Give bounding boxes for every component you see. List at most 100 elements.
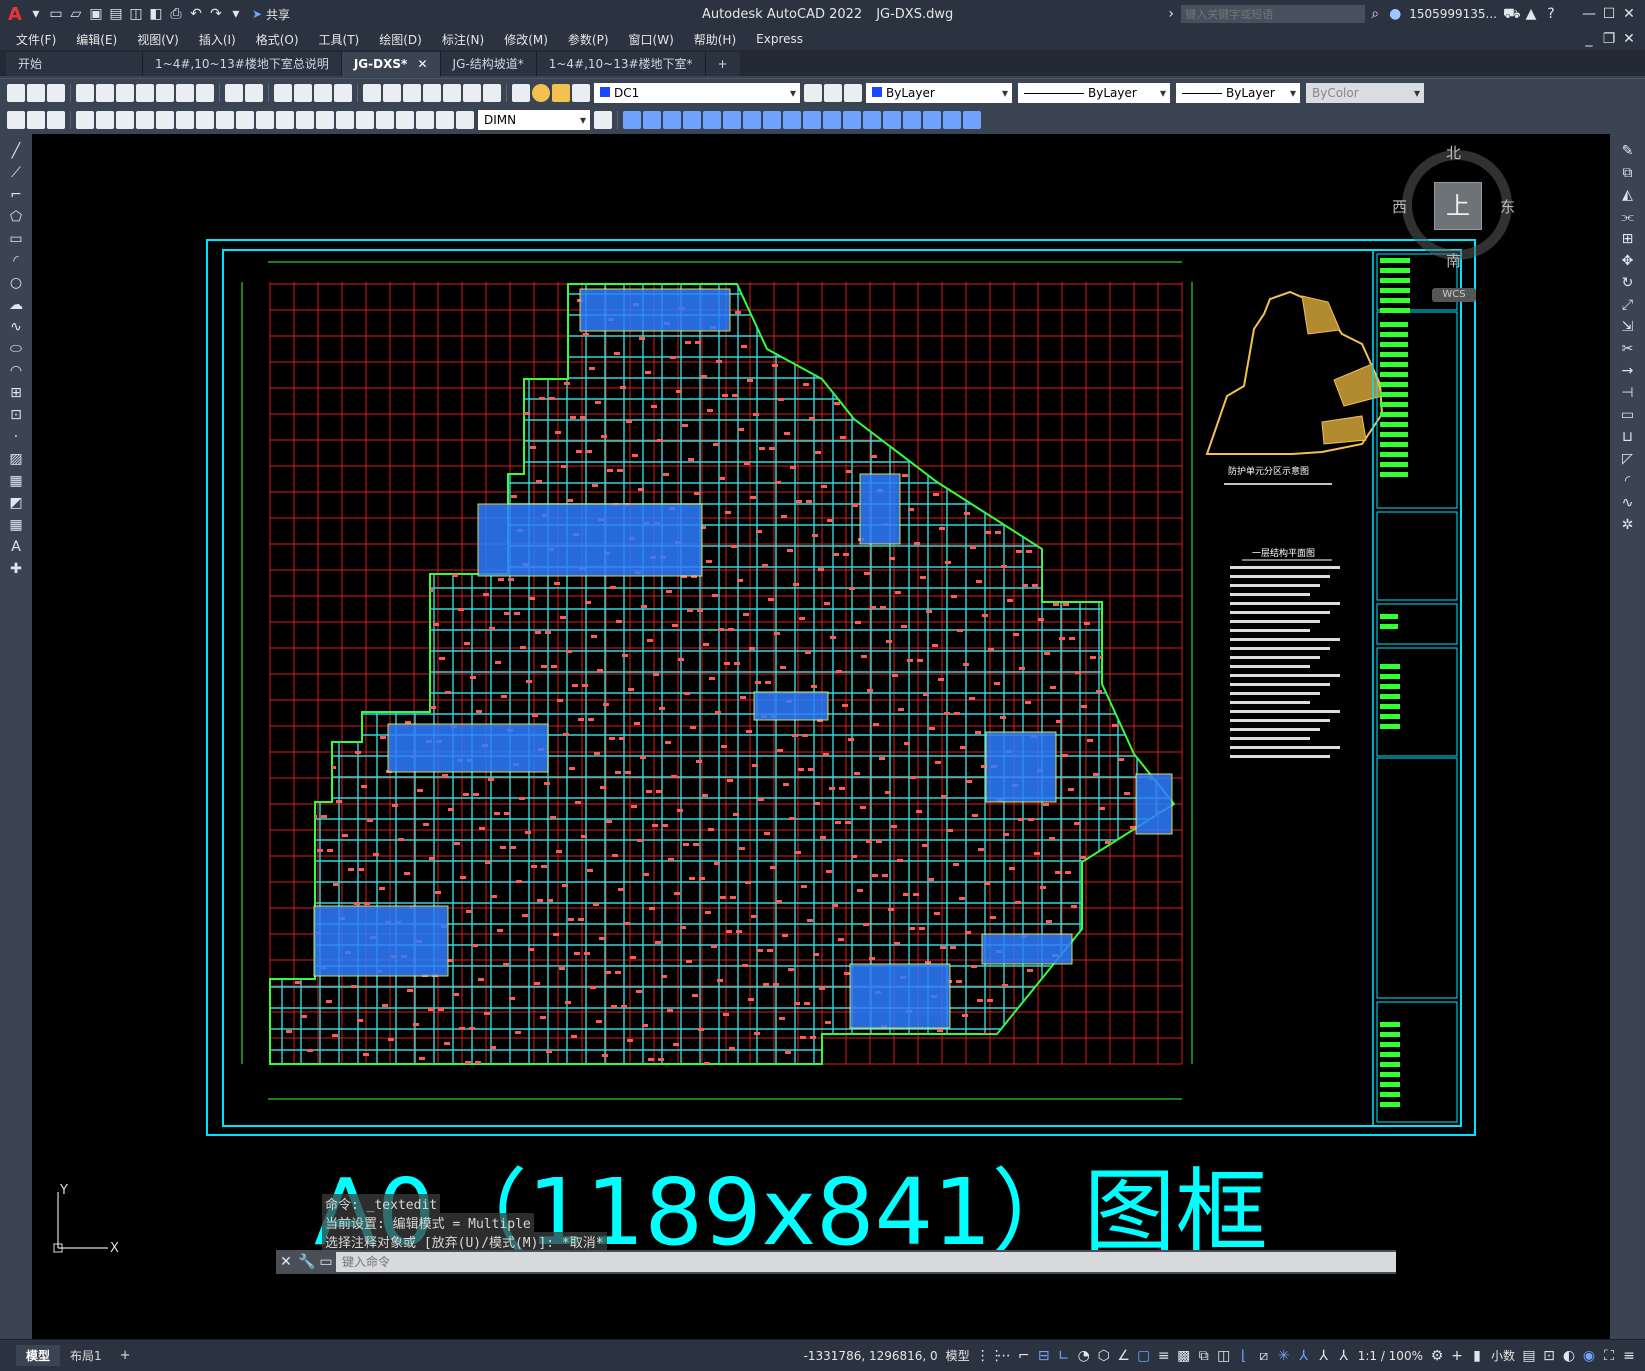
preview-icon[interactable] <box>96 83 114 102</box>
hatch-icon[interactable]: ▨ <box>6 449 26 469</box>
print-icon[interactable]: ⎙ <box>168 6 184 22</box>
menu-parametric[interactable]: 参数(P) <box>568 31 609 48</box>
solid-wedge-icon[interactable] <box>643 111 661 129</box>
copy-icon[interactable] <box>156 83 174 102</box>
menu-edit[interactable]: 编辑(E) <box>76 31 117 48</box>
new-file-icon[interactable]: ▭ <box>48 6 64 22</box>
tab-jg-dxs[interactable]: JG-DXS* ✕ <box>341 52 441 76</box>
scale-icon[interactable]: ⤢ <box>1618 295 1638 315</box>
annotation-monitor-icon[interactable]: + <box>1449 1348 1465 1364</box>
share-icon[interactable]: ➤ <box>252 7 262 21</box>
solid-torus-icon[interactable] <box>723 111 741 129</box>
command-input[interactable] <box>336 1252 1396 1272</box>
layer-freeze-icon[interactable] <box>552 83 570 102</box>
open-icon[interactable] <box>27 83 45 102</box>
workspace-switch-icon[interactable]: ⚙ <box>1429 1348 1445 1364</box>
layer-previous-icon[interactable] <box>824 83 842 102</box>
transparency-icon[interactable]: ▩ <box>1176 1348 1192 1364</box>
selection-cycling-icon[interactable]: ⧉ <box>1196 1348 1212 1364</box>
arc-icon[interactable]: ◜ <box>6 251 26 271</box>
tool-b-icon[interactable] <box>27 111 45 129</box>
interfere-icon[interactable] <box>923 111 941 129</box>
calculator-icon[interactable] <box>463 83 481 102</box>
search-icon[interactable]: ⌕ <box>1367 6 1383 22</box>
object-snap-icon[interactable]: ▢ <box>1136 1348 1152 1364</box>
lineweight-dropdown[interactable]: ByLayer <box>1176 82 1300 103</box>
app-menu-chevron-icon[interactable]: ▾ <box>28 6 44 22</box>
web-open-icon[interactable]: ◫ <box>128 6 144 22</box>
viewcube-north[interactable]: 北 <box>1446 142 1461 163</box>
command-customize-icon[interactable]: 🔧 <box>298 1254 315 1270</box>
maximize-icon[interactable]: ☐ <box>1601 6 1617 22</box>
help-tool-icon[interactable] <box>483 83 501 102</box>
offset-icon[interactable]: ⫘ <box>1618 207 1638 227</box>
menu-modify[interactable]: 修改(M) <box>504 31 548 48</box>
region-icon[interactable]: ◩ <box>6 493 26 513</box>
menu-file[interactable]: 文件(F) <box>16 31 56 48</box>
menu-format[interactable]: 格式(O) <box>256 31 299 48</box>
user-name[interactable]: 1505999135... <box>1409 7 1497 21</box>
point-icon[interactable]: · <box>6 427 26 447</box>
command-recent-icon[interactable]: ▭ <box>318 1254 334 1270</box>
menu-help[interactable]: 帮助(H) <box>694 31 736 48</box>
table-icon[interactable]: ▦ <box>6 515 26 535</box>
viewcube-top-face[interactable]: 上 <box>1434 182 1482 230</box>
quick-properties-icon[interactable]: ▤ <box>1521 1348 1537 1364</box>
break-at-point-icon[interactable]: ⊣ <box>1618 383 1638 403</box>
revision-cloud-icon[interactable]: ☁ <box>6 295 26 315</box>
graphics-performance-icon[interactable]: ◉ <box>1581 1348 1597 1364</box>
auto-scale-icon[interactable]: ⅄ <box>1316 1348 1332 1364</box>
dim-jogged-icon[interactable] <box>176 111 194 129</box>
ortho-icon[interactable]: ∟ <box>1056 1348 1072 1364</box>
fillet-icon[interactable]: ◜ <box>1618 471 1638 491</box>
make-block-icon[interactable]: ⊡ <box>6 405 26 425</box>
circle-icon[interactable]: ○ <box>6 273 26 293</box>
solid-cylinder-icon[interactable] <box>703 111 721 129</box>
drawing-canvas[interactable]: 防护单元分区示意图 一层结构平面图 A0（1189x841）图框 Y X <box>32 134 1610 1339</box>
erase-icon[interactable]: ✎ <box>1618 141 1638 161</box>
extend-icon[interactable]: → <box>1618 361 1638 381</box>
spline-icon[interactable]: ∿ <box>6 317 26 337</box>
units-icon[interactable]: ▮ <box>1469 1348 1485 1364</box>
save-icon[interactable]: ▣ <box>88 6 104 22</box>
solid-edit-icon[interactable] <box>963 111 981 129</box>
insert-block-icon[interactable]: ⊞ <box>6 383 26 403</box>
layer-states-icon[interactable] <box>844 83 862 102</box>
model-viewport[interactable]: 防护单元分区示意图 一层结构平面图 A0（1189x841）图框 Y X 上 北… <box>32 134 1610 1339</box>
dim-aligned-icon[interactable] <box>96 111 114 129</box>
loft-icon[interactable] <box>803 111 821 129</box>
blend-icon[interactable]: ∿ <box>1618 493 1638 513</box>
dynamic-input-icon[interactable]: ⊟ <box>1036 1348 1052 1364</box>
menu-window[interactable]: 窗口(W) <box>629 31 674 48</box>
layout-tab-layout1[interactable]: 布局1 <box>60 1345 112 1366</box>
ellipse-arc-icon[interactable]: ◠ <box>6 361 26 381</box>
pan-icon[interactable] <box>274 83 292 102</box>
selection-filter-icon[interactable]: ⧄ <box>1256 1348 1272 1364</box>
sheet-set-icon[interactable] <box>423 83 441 102</box>
quick-dim-icon[interactable] <box>236 111 254 129</box>
dimstyle-dropdown[interactable]: DIMN <box>478 110 590 130</box>
layout-tab-model[interactable]: 模型 <box>16 1345 61 1366</box>
trim-icon[interactable]: ✂ <box>1618 339 1638 359</box>
tab-basement-notes[interactable]: 1~4#,10~13#楼地下室总说明 <box>143 52 342 76</box>
infer-constraints-icon[interactable]: ⌐ <box>1016 1348 1032 1364</box>
cut-icon[interactable] <box>136 83 154 102</box>
dim-update-icon[interactable] <box>456 111 474 129</box>
rectangle-icon[interactable]: ▭ <box>6 229 26 249</box>
inspect-icon[interactable] <box>376 111 394 129</box>
annotation-scale-value[interactable]: 1:1 / 100% <box>1358 1349 1423 1363</box>
sweep-icon[interactable] <box>783 111 801 129</box>
tab-start[interactable]: 开始 <box>6 52 143 76</box>
solid-cone-icon[interactable] <box>663 111 681 129</box>
model-space-toggle[interactable]: 模型 <box>946 1347 970 1364</box>
autodesk-app-icon[interactable]: ▲ <box>1523 6 1539 22</box>
menu-draw[interactable]: 绘图(D) <box>379 31 422 48</box>
dim-diameter-icon[interactable] <box>196 111 214 129</box>
intersect-icon[interactable] <box>863 111 881 129</box>
copy-obj-icon[interactable]: ⧉ <box>1618 163 1638 183</box>
autocad-logo-icon[interactable]: A <box>8 4 22 25</box>
zoom-window-icon[interactable] <box>314 83 332 102</box>
zoom-realtime-icon[interactable] <box>294 83 312 102</box>
units-value[interactable]: 小数 <box>1491 1347 1515 1364</box>
dim-ordinate-icon[interactable] <box>136 111 154 129</box>
